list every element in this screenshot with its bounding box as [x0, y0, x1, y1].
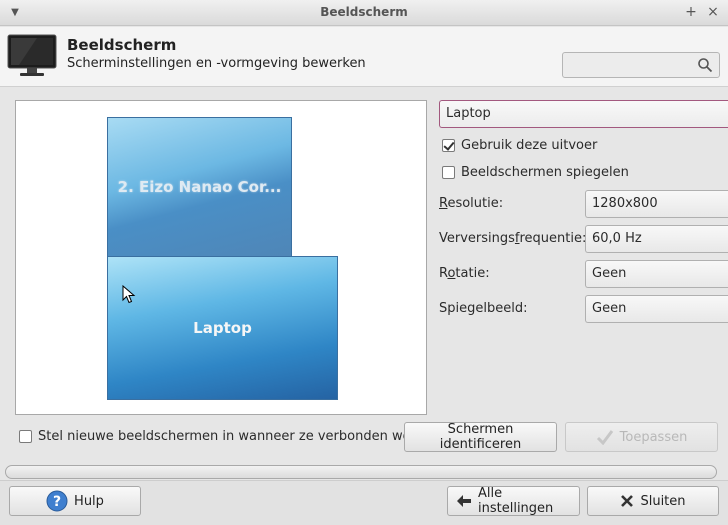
mouse-pointer-icon	[122, 285, 136, 304]
arrow-left-icon	[456, 494, 472, 508]
search-icon[interactable]	[697, 57, 713, 73]
horizontal-scrollbar[interactable]	[5, 465, 717, 479]
search-box[interactable]	[562, 52, 720, 78]
close-window-icon[interactable]: ×	[705, 4, 721, 20]
refresh-rate-combo[interactable]: 60,0 Hz	[585, 225, 728, 253]
mirror-checkbox-row[interactable]: Beeldschermen spiegelen	[442, 165, 629, 180]
screen-label: Laptop	[193, 319, 252, 337]
help-icon: ?	[46, 490, 68, 512]
dialog-header: Beeldscherm Scherminstellingen en -vormg…	[0, 27, 728, 87]
search-input[interactable]	[563, 53, 691, 77]
apply-button[interactable]: Toepassen	[565, 422, 718, 452]
auto-enable-label: Stel nieuwe beeldschermen in wanneer ze …	[38, 429, 441, 444]
auto-enable-checkbox[interactable]	[19, 430, 32, 443]
use-output-label: Gebruik deze uitvoer	[461, 138, 598, 153]
reflection-combo[interactable]: Geen	[585, 295, 728, 323]
title-bar: ▼ Beeldscherm + ×	[0, 0, 728, 26]
help-label: Hulp	[74, 493, 104, 509]
checkmark-icon	[596, 429, 614, 445]
refresh-rate-label: Verversingsfrequentie:	[439, 231, 587, 246]
close-icon	[620, 494, 634, 508]
all-settings-button[interactable]: Alle instellingen	[447, 486, 580, 516]
rotation-label: Rotatie:	[439, 266, 490, 281]
output-select[interactable]: Laptop	[439, 100, 728, 128]
display-preview[interactable]: 2. Eizo Nanao Cor... Laptop	[15, 100, 427, 415]
close-label: Sluiten	[640, 493, 686, 509]
maximize-icon[interactable]: +	[683, 4, 699, 20]
header-subtitle: Scherminstellingen en -vormgeving bewerk…	[67, 56, 366, 71]
use-output-checkbox[interactable]	[442, 139, 455, 152]
resolution-label: Resolutie:	[439, 196, 504, 211]
use-output-checkbox-row[interactable]: Gebruik deze uitvoer	[442, 138, 597, 153]
close-button[interactable]: Sluiten	[587, 486, 719, 516]
auto-enable-row[interactable]: Stel nieuwe beeldschermen in wanneer ze …	[19, 429, 440, 444]
display-settings-window: ▼ Beeldscherm + × Beeldscherm Scherminst…	[0, 0, 728, 525]
svg-text:?: ?	[53, 494, 61, 510]
screen-eizo[interactable]: 2. Eizo Nanao Cor...	[107, 117, 292, 257]
resolution-combo[interactable]: 1280x800	[585, 190, 728, 218]
screen-laptop[interactable]: Laptop	[107, 256, 338, 400]
all-settings-label: Alle instellingen	[478, 486, 554, 516]
mirror-checkbox[interactable]	[442, 166, 455, 179]
identify-screens-button[interactable]: Schermen identificeren	[404, 422, 557, 452]
rotation-combo[interactable]: Geen	[585, 260, 728, 288]
monitor-icon	[7, 34, 57, 76]
window-title: Beeldscherm	[320, 5, 408, 19]
help-button[interactable]: ? Hulp	[9, 486, 141, 516]
header-title: Beeldscherm	[67, 36, 177, 54]
mirror-label: Beeldschermen spiegelen	[461, 165, 629, 180]
reflection-label: Spiegelbeeld:	[439, 301, 528, 316]
apply-label: Toepassen	[619, 429, 688, 445]
screen-label: 2. Eizo Nanao Cor...	[117, 178, 282, 196]
